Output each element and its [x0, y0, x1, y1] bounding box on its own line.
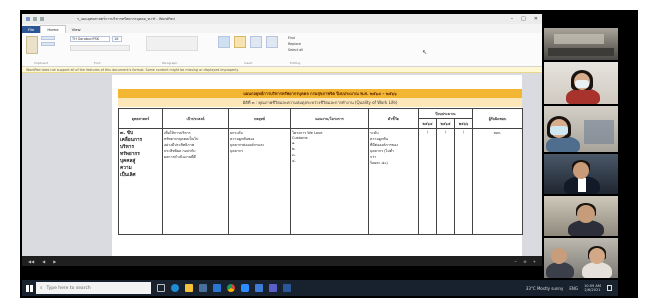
wordpad-window: ร_แผนยุทธศาสตร์การบริหารทรัพยากรบุคคล_ท.…: [22, 14, 542, 266]
group-label-paragraph: Paragraph: [162, 61, 178, 65]
cell-budget-mark: /: [453, 128, 474, 235]
system-tray: 33°C Mostly sunny ENG 10:09 AM 2/6/2021: [526, 284, 618, 293]
cell-budget-mark: /: [418, 128, 437, 235]
maximize-button[interactable]: □: [521, 16, 526, 22]
clock[interactable]: 10:09 AM 2/6/2021: [584, 284, 601, 293]
window-title: ร_แผนยุทธศาสตร์การบริหารทรัพยากรบุคคล_ท.…: [77, 17, 175, 21]
insert-datetime-button[interactable]: [250, 36, 262, 48]
participant-video[interactable]: [544, 238, 618, 278]
header-budget: ปีงบประมาณ: [417, 108, 474, 119]
font-format-buttons[interactable]: [70, 45, 130, 51]
taskbar-search-input[interactable]: ⌕ Type here to search: [36, 282, 151, 294]
cell-tactic: ยกระดับ ความผูกพันของ บุคลากรต่อองค์กรแล…: [228, 128, 291, 235]
header-tactic: กลยุทธ์: [228, 108, 291, 129]
participant-video[interactable]: [544, 106, 618, 152]
store-icon[interactable]: [199, 284, 207, 292]
find-button[interactable]: Find: [288, 36, 295, 40]
header-plan: แผนงาน/โครงการ: [290, 108, 369, 129]
minimize-button[interactable]: –: [511, 16, 514, 22]
wordpad-icon[interactable]: [255, 284, 263, 292]
font-size-select[interactable]: 16: [112, 36, 122, 42]
group-label-editing: Editing: [290, 61, 301, 65]
search-placeholder: Type here to search: [46, 285, 91, 291]
cell-indicator: ระดับ ความผูกพัน ที่มีต่อองค์การของ บุคล…: [368, 128, 419, 235]
weather-status[interactable]: 33°C Mostly sunny: [526, 286, 564, 291]
zoom-out-icon[interactable]: −: [514, 259, 517, 264]
insert-picture-button[interactable]: [218, 36, 230, 48]
dimension-subtitle: มิติที่ ๓ : คุณภาพชีวิตและความสมดุลระหว่…: [118, 98, 522, 107]
participant-video[interactable]: [544, 62, 618, 104]
cell-objective: เพื่อให้การบริหาร ทรัพยากรบุคคลเป็นไป อย…: [162, 128, 229, 235]
undo-icon[interactable]: [33, 17, 37, 21]
teams-icon[interactable]: [269, 284, 277, 292]
title-bar: ร_แผนยุทธศาสตร์การบริหารทรัพยากรบุคคล_ท.…: [22, 14, 542, 24]
zoom-fit-icon[interactable]: ⊕: [523, 259, 526, 264]
header-budget-year: ๒๕๖๔: [418, 118, 437, 129]
header-strategy: ยุทธศาสตร์: [118, 108, 163, 129]
chrome-icon[interactable]: [227, 284, 235, 292]
tab-file[interactable]: File: [22, 26, 41, 33]
search-icon: ⌕: [40, 286, 43, 291]
copy-button[interactable]: [41, 42, 55, 46]
tab-home[interactable]: Home: [40, 25, 66, 33]
paste-button[interactable]: [26, 36, 38, 54]
insert-object-button[interactable]: [266, 36, 278, 48]
windows-logo-icon: [25, 284, 33, 292]
document-area[interactable]: แผนกลยุทธ์การบริหารทรัพยากรบุคคล กรมสุขภ…: [22, 73, 542, 256]
participant-video[interactable]: [544, 196, 618, 236]
task-view-icon[interactable]: [157, 284, 165, 292]
strategy-table: ยุทธศาสตร์ เป้าประสงค์ กลยุทธ์ แผนงาน/โค…: [118, 108, 524, 235]
group-label-insert: Insert: [244, 61, 253, 65]
group-label-font: Font: [94, 61, 101, 65]
clock-date: 2/6/2021: [584, 288, 601, 292]
ribbon-tabs: File Home View: [22, 24, 542, 33]
play-icon[interactable]: ▶: [53, 259, 56, 264]
paragraph-buttons[interactable]: [146, 36, 198, 51]
header-objective: เป้าประสงค์: [162, 108, 229, 129]
zoom-in-icon[interactable]: +: [533, 259, 536, 264]
language-indicator[interactable]: ENG: [569, 286, 578, 291]
edge-icon[interactable]: [171, 284, 179, 292]
cell-strategy: ๓. ขับ เคลื่อนการ บริหาร ทรัพยากร บุคคลส…: [118, 128, 163, 235]
cell-plan: โครงการ We Love Customs ๑. ๒. ๓. ๔.: [290, 128, 369, 235]
table-row: ๓. ขับ เคลื่อนการ บริหาร ทรัพยากร บุคคลส…: [118, 128, 524, 235]
zoom-icon[interactable]: [241, 284, 249, 292]
document-page[interactable]: แผนกลยุทธ์การบริหารทรัพยากรบุคคล กรมสุขภ…: [112, 75, 524, 256]
replace-button[interactable]: Replace: [288, 42, 301, 46]
file-explorer-icon[interactable]: [185, 284, 193, 292]
rewind-icon[interactable]: ◀◀: [28, 259, 34, 264]
meeting-controls-bar: ◀◀ ◀ ▶ − ⊕ +: [22, 256, 542, 266]
start-button[interactable]: [22, 280, 36, 296]
mail-icon[interactable]: [213, 284, 221, 292]
back-icon[interactable]: ◀: [42, 259, 45, 264]
word-icon[interactable]: [283, 284, 291, 292]
header-budget-year: ๒๕๖๖: [453, 118, 474, 129]
participant-video[interactable]: [544, 28, 618, 60]
cell-budget-mark: /: [436, 128, 455, 235]
insert-paint-button[interactable]: [234, 36, 246, 48]
ribbon: Clipboard TH SarabunPSK 16 Font Paragrap…: [22, 33, 542, 67]
group-label-clipboard: Clipboard: [34, 61, 49, 65]
mouse-cursor-icon: ↖: [422, 49, 428, 56]
header-indicator: ตัวชี้วัด: [368, 108, 419, 129]
tab-view[interactable]: View: [66, 26, 87, 33]
notification-icon[interactable]: [607, 285, 612, 291]
taskbar: ⌕ Type here to search 33°C Mostly sunny …: [22, 280, 618, 296]
participant-video[interactable]: [544, 154, 618, 194]
save-icon[interactable]: [26, 17, 30, 21]
select-all-button[interactable]: Select all: [288, 48, 303, 52]
cut-button[interactable]: [41, 36, 55, 40]
redo-icon[interactable]: [40, 17, 44, 21]
header-owner: ผู้รับผิดชอบ: [472, 108, 524, 129]
header-budget-year: ๒๕๖๕: [436, 118, 455, 129]
close-button[interactable]: ✕: [534, 16, 538, 22]
font-name-select[interactable]: TH SarabunPSK: [70, 36, 110, 42]
plan-banner: แผนกลยุทธ์การบริหารทรัพยากรบุคคล กรมสุขภ…: [118, 89, 522, 98]
cell-owner: สลก.: [472, 128, 524, 235]
